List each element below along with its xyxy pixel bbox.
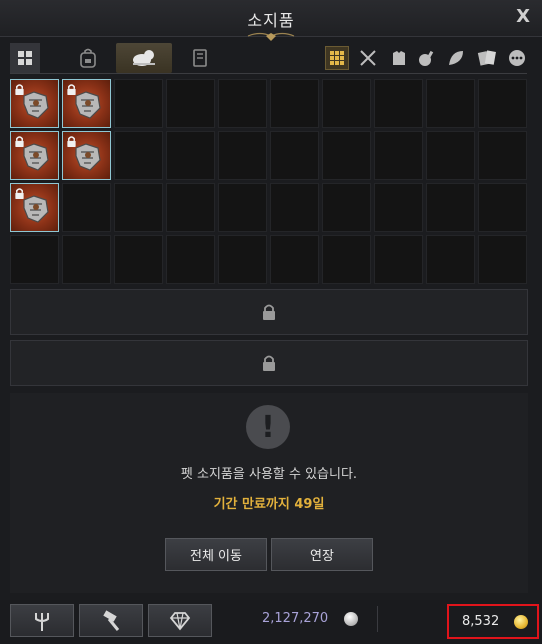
filter-weapons[interactable]	[356, 46, 380, 70]
inventory-slot-empty[interactable]	[218, 183, 267, 232]
inventory-slot-empty[interactable]	[374, 131, 423, 180]
leaf-icon	[449, 51, 463, 65]
inventory-slot-empty[interactable]	[478, 79, 527, 128]
inventory-slot-armor-glove[interactable]	[62, 79, 111, 128]
gold-coin-icon	[514, 615, 528, 629]
inventory-slot-empty[interactable]	[270, 235, 319, 284]
tab-divider	[10, 73, 527, 74]
info-panel: ! 펫 소지품을 사용할 수 있습니다. 기간 만료까지 49일 전체 이동 연…	[10, 393, 528, 593]
lock-icon	[263, 304, 275, 320]
currency-divider	[377, 606, 378, 632]
alert-icon: !	[246, 405, 290, 449]
inventory-slot-empty[interactable]	[10, 235, 59, 284]
title-ornament-icon	[247, 32, 295, 41]
inventory-slot-empty[interactable]	[114, 183, 163, 232]
inventory-slot-empty[interactable]	[218, 131, 267, 180]
item-lock-icon	[67, 136, 76, 147]
hammer-button[interactable]	[79, 604, 143, 637]
tab-book[interactable]	[172, 43, 228, 73]
inventory-slot-empty[interactable]	[114, 235, 163, 284]
inventory-slot-empty[interactable]	[426, 235, 475, 284]
inventory-slot-empty[interactable]	[426, 131, 475, 180]
move-all-button[interactable]: 전체 이동	[165, 538, 267, 571]
filter-cards[interactable]	[475, 46, 499, 70]
inventory-slot-empty[interactable]	[270, 131, 319, 180]
close-button[interactable]: X	[516, 6, 530, 27]
trident-button[interactable]	[10, 604, 74, 637]
trident-icon	[35, 612, 49, 631]
inventory-slot-empty[interactable]	[166, 183, 215, 232]
inventory-slot-empty[interactable]	[322, 235, 371, 284]
inventory-slot-empty[interactable]	[270, 183, 319, 232]
tab-all[interactable]	[10, 43, 40, 73]
window-title: 소지품	[247, 11, 295, 30]
expiry-text: 기간 만료까지 49일	[213, 497, 325, 512]
book-icon	[193, 49, 207, 67]
inventory-slot-empty[interactable]	[62, 183, 111, 232]
gold-amount: 8,532	[462, 614, 500, 629]
inventory-slot-empty[interactable]	[62, 235, 111, 284]
inventory-slot-empty[interactable]	[374, 79, 423, 128]
tab-pet[interactable]	[116, 43, 172, 73]
filter-more[interactable]	[505, 46, 529, 70]
inventory-slot-empty[interactable]	[478, 183, 527, 232]
inventory-slot-empty[interactable]	[166, 235, 215, 284]
inventory-slot-empty[interactable]	[374, 235, 423, 284]
inventory-slot-armor-gauntlet[interactable]	[10, 79, 59, 128]
potion-icon	[419, 50, 434, 66]
inventory-slot-empty[interactable]	[478, 235, 527, 284]
pet-inventory-message: 펫 소지품을 사용할 수 있습니다.	[180, 467, 358, 482]
gold-highlight: 8,532	[447, 604, 539, 639]
inventory-slot-armor-claw[interactable]	[62, 131, 111, 180]
all-items-grid-icon	[330, 51, 344, 65]
inventory-slot-empty[interactable]	[114, 131, 163, 180]
grid-view-icon	[18, 51, 32, 65]
inventory-slot-empty[interactable]	[218, 235, 267, 284]
inventory-slot-armor-boots[interactable]	[10, 131, 59, 180]
locked-row[interactable]	[10, 340, 528, 386]
inventory-grid	[10, 79, 528, 285]
cards-icon	[477, 50, 496, 66]
more-icon	[509, 50, 525, 66]
inventory-slot-empty[interactable]	[218, 79, 267, 128]
inventory-slot-empty[interactable]	[322, 183, 371, 232]
extend-button[interactable]: 연장	[271, 538, 373, 571]
filter-all[interactable]	[325, 46, 349, 70]
title-bar: 소지품 X	[0, 0, 542, 41]
filter-materials[interactable]	[444, 46, 468, 70]
pet-icon	[133, 50, 155, 66]
item-lock-icon	[15, 136, 24, 147]
inventory-slot-empty[interactable]	[322, 79, 371, 128]
inventory-slot-empty[interactable]	[426, 183, 475, 232]
item-lock-icon	[67, 84, 76, 95]
inventory-slot-empty[interactable]	[374, 183, 423, 232]
silver-coin-icon	[344, 612, 358, 626]
filter-potions[interactable]	[414, 46, 438, 70]
inventory-slot-empty[interactable]	[478, 131, 527, 180]
inventory-slot-empty[interactable]	[166, 79, 215, 128]
inventory-slot-empty[interactable]	[270, 79, 319, 128]
hammer-icon	[103, 609, 120, 631]
inventory-slot-empty[interactable]	[426, 79, 475, 128]
inventory-slot-empty[interactable]	[322, 131, 371, 180]
inventory-slot-empty[interactable]	[166, 131, 215, 180]
diamond-icon	[169, 611, 191, 630]
silver-amount: 2,127,270	[262, 611, 329, 626]
item-lock-icon	[15, 188, 24, 199]
filter-armor[interactable]	[387, 46, 411, 70]
bottom-bar: 2,127,270 8,532	[0, 600, 542, 644]
backpack-icon	[80, 48, 96, 68]
armor-icon	[393, 51, 405, 65]
locked-row[interactable]	[10, 289, 528, 335]
tab-backpack[interactable]	[60, 43, 116, 73]
crossed-swords-icon	[360, 50, 376, 66]
item-lock-icon	[15, 84, 24, 95]
inventory-slot-armor-helm[interactable]	[10, 183, 59, 232]
diamond-button[interactable]	[148, 604, 212, 637]
inventory-slot-empty[interactable]	[114, 79, 163, 128]
lock-icon	[263, 355, 275, 371]
